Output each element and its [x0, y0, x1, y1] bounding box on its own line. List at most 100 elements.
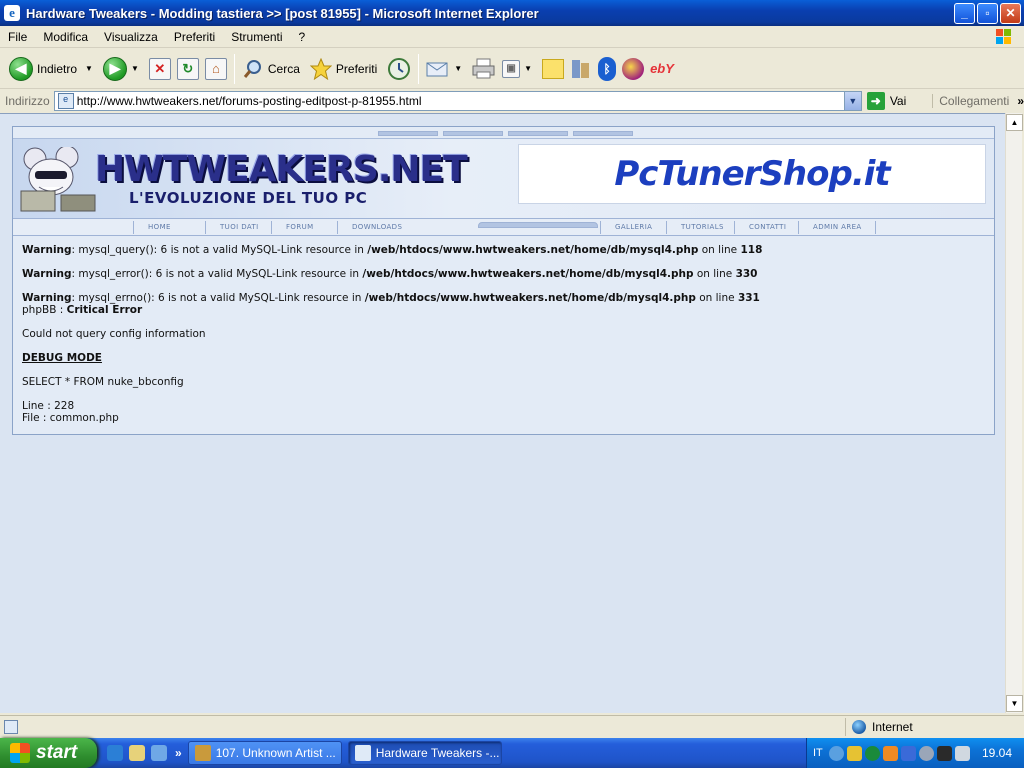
language-indicator[interactable]: IT [807, 747, 829, 759]
nav-contatti[interactable]: CONTATTI [734, 221, 800, 234]
menu-strumenti[interactable]: Strumenti [223, 30, 290, 44]
tray-app-icon[interactable] [882, 745, 898, 761]
links-more-icon[interactable]: » [1017, 94, 1024, 108]
tray-app-icon[interactable] [918, 745, 934, 761]
zone-label: Internet [872, 720, 913, 734]
critical-label: Critical Error [66, 304, 143, 316]
warning-label: Warning [22, 292, 72, 304]
globe-icon [852, 720, 866, 734]
task-label: Hardware Tweakers -... [375, 746, 500, 760]
debug-mode-heading: DEBUG MODE [22, 352, 102, 364]
ie-quicklaunch-icon[interactable] [107, 745, 123, 761]
back-dropdown-icon[interactable]: ▼ [85, 64, 93, 73]
forward-button[interactable]: ▶ ▼ [100, 52, 146, 86]
scroll-up-icon[interactable]: ▲ [1006, 114, 1023, 131]
ebay-logo-icon: ebY [650, 61, 674, 76]
desktop-quicklaunch-icon[interactable] [151, 745, 167, 761]
address-url[interactable]: http://www.hwtweakers.net/forums-posting… [77, 94, 422, 108]
tray-app-icon[interactable] [846, 745, 862, 761]
research-button[interactable] [567, 52, 595, 86]
menu-visualizza[interactable]: Visualizza [96, 30, 166, 44]
quicklaunch-more-icon[interactable]: » [175, 746, 182, 760]
decor-tab [443, 131, 503, 136]
warning-path: /web/htdocs/www.hwtweakers.net/home/db/m… [362, 268, 694, 280]
critical-error-line: phpBB : Critical Error [22, 304, 985, 316]
tray-network-icon[interactable] [900, 745, 916, 761]
history-icon [388, 57, 411, 80]
warning-line: Warning: mysql_error(): 6 is not a valid… [22, 268, 985, 280]
tray-app-icon[interactable] [936, 745, 952, 761]
back-arrow-icon: ◀ [9, 56, 33, 81]
nav-downloads[interactable]: DOWNLOADS [337, 221, 413, 234]
home-button[interactable]: ⌂ [202, 52, 230, 86]
search-button[interactable]: Cerca [239, 52, 307, 86]
edit-button[interactable]: ▣ ▼ [499, 52, 539, 86]
refresh-button[interactable]: ↻ [174, 52, 202, 86]
favorites-button[interactable]: Preferiti [307, 52, 384, 86]
nav-home[interactable]: HOME [133, 221, 213, 234]
research-icon [572, 59, 590, 78]
address-input[interactable]: e http://www.hwtweakers.net/forums-posti… [53, 91, 862, 111]
toolbar-separator [233, 53, 235, 84]
close-button[interactable]: ✕ [1000, 2, 1021, 24]
vertical-scrollbar[interactable]: ▲ ▼ [1005, 113, 1023, 713]
warning-online: on line [693, 268, 736, 280]
tray-app-icon[interactable] [864, 745, 880, 761]
warning-line-number: 330 [735, 268, 758, 280]
nav-galleria[interactable]: GALLERIA [600, 221, 666, 234]
task-label: 107. Unknown Artist ... [215, 746, 336, 760]
messenger-button[interactable] [619, 52, 647, 86]
minimize-button[interactable]: _ [954, 2, 975, 24]
tray-app-icon[interactable] [954, 745, 970, 761]
banner-text: PcTunerShop.it [614, 154, 890, 194]
maximize-button[interactable]: ▫ [977, 2, 998, 24]
mail-button[interactable]: ▼ [423, 52, 469, 86]
address-dropdown-icon[interactable]: ▼ [843, 92, 861, 110]
site-logo[interactable]: HWTWEAKERS.NET L'EVOLUZIONE DEL TUO PC [13, 145, 468, 215]
warning-text: : mysql_errno(): 6 is not a valid MySQL-… [71, 292, 365, 304]
scroll-down-icon[interactable]: ▼ [1006, 695, 1023, 712]
nav-center-decor [478, 222, 598, 228]
nav-tuoi-dati[interactable]: TUOI DATI [205, 221, 271, 234]
nav-forum[interactable]: FORUM [271, 221, 337, 234]
messenger-icon [622, 57, 645, 80]
task-internet-explorer[interactable]: Hardware Tweakers -... [347, 741, 502, 765]
clock[interactable]: 19.04 [982, 746, 1012, 760]
history-button[interactable] [384, 52, 414, 86]
warning-label: Warning [22, 268, 72, 280]
nav-admin-area[interactable]: ADMIN AREA [798, 221, 876, 234]
stop-button[interactable]: ✕ [146, 52, 174, 86]
menu-modifica[interactable]: Modifica [35, 30, 96, 44]
debug-sql: SELECT * FROM nuke_bbconfig [22, 376, 184, 388]
ebay-button[interactable]: ebY [647, 52, 677, 86]
search-icon [243, 59, 261, 78]
tray-expand-icon[interactable] [828, 745, 844, 761]
menu-help[interactable]: ? [291, 30, 314, 44]
menu-preferiti[interactable]: Preferiti [166, 30, 223, 44]
ad-banner[interactable]: PcTunerShop.it [518, 144, 986, 204]
nav-tutorials[interactable]: TUTORIALS [666, 221, 732, 234]
bluetooth-button[interactable]: ᛒ [595, 52, 619, 86]
links-toolbar[interactable]: Collegamenti [932, 94, 1009, 108]
print-button[interactable] [469, 52, 499, 86]
task-media-player[interactable]: 107. Unknown Artist ... [187, 741, 342, 765]
error-text: Could not query config information [22, 328, 206, 340]
note-button[interactable] [539, 52, 567, 86]
site-slogan: L'EVOLUZIONE DEL TUO PC [129, 189, 368, 207]
security-zone[interactable]: Internet [845, 718, 913, 736]
bluetooth-icon: ᛒ [598, 56, 617, 81]
start-label: start [36, 742, 78, 763]
warning-online: on line [695, 292, 738, 304]
edit-dropdown-icon[interactable]: ▼ [524, 64, 532, 73]
start-button[interactable]: start [0, 738, 97, 768]
debug-line: Line : 228 [22, 400, 75, 412]
mail-dropdown-icon[interactable]: ▼ [454, 64, 462, 73]
critical-prefix: phpBB : [22, 304, 67, 316]
forward-dropdown-icon[interactable]: ▼ [131, 64, 139, 73]
back-button[interactable]: ◀ Indietro ▼ [6, 52, 100, 86]
address-bar: Indirizzo e http://www.hwtweakers.net/fo… [0, 90, 1024, 112]
go-button[interactable]: ➜ Vai [866, 92, 906, 110]
title-bar: e Hardware Tweakers - Modding tastiera >… [0, 0, 1024, 26]
notepad-quicklaunch-icon[interactable] [129, 745, 145, 761]
menu-file[interactable]: File [0, 30, 35, 44]
